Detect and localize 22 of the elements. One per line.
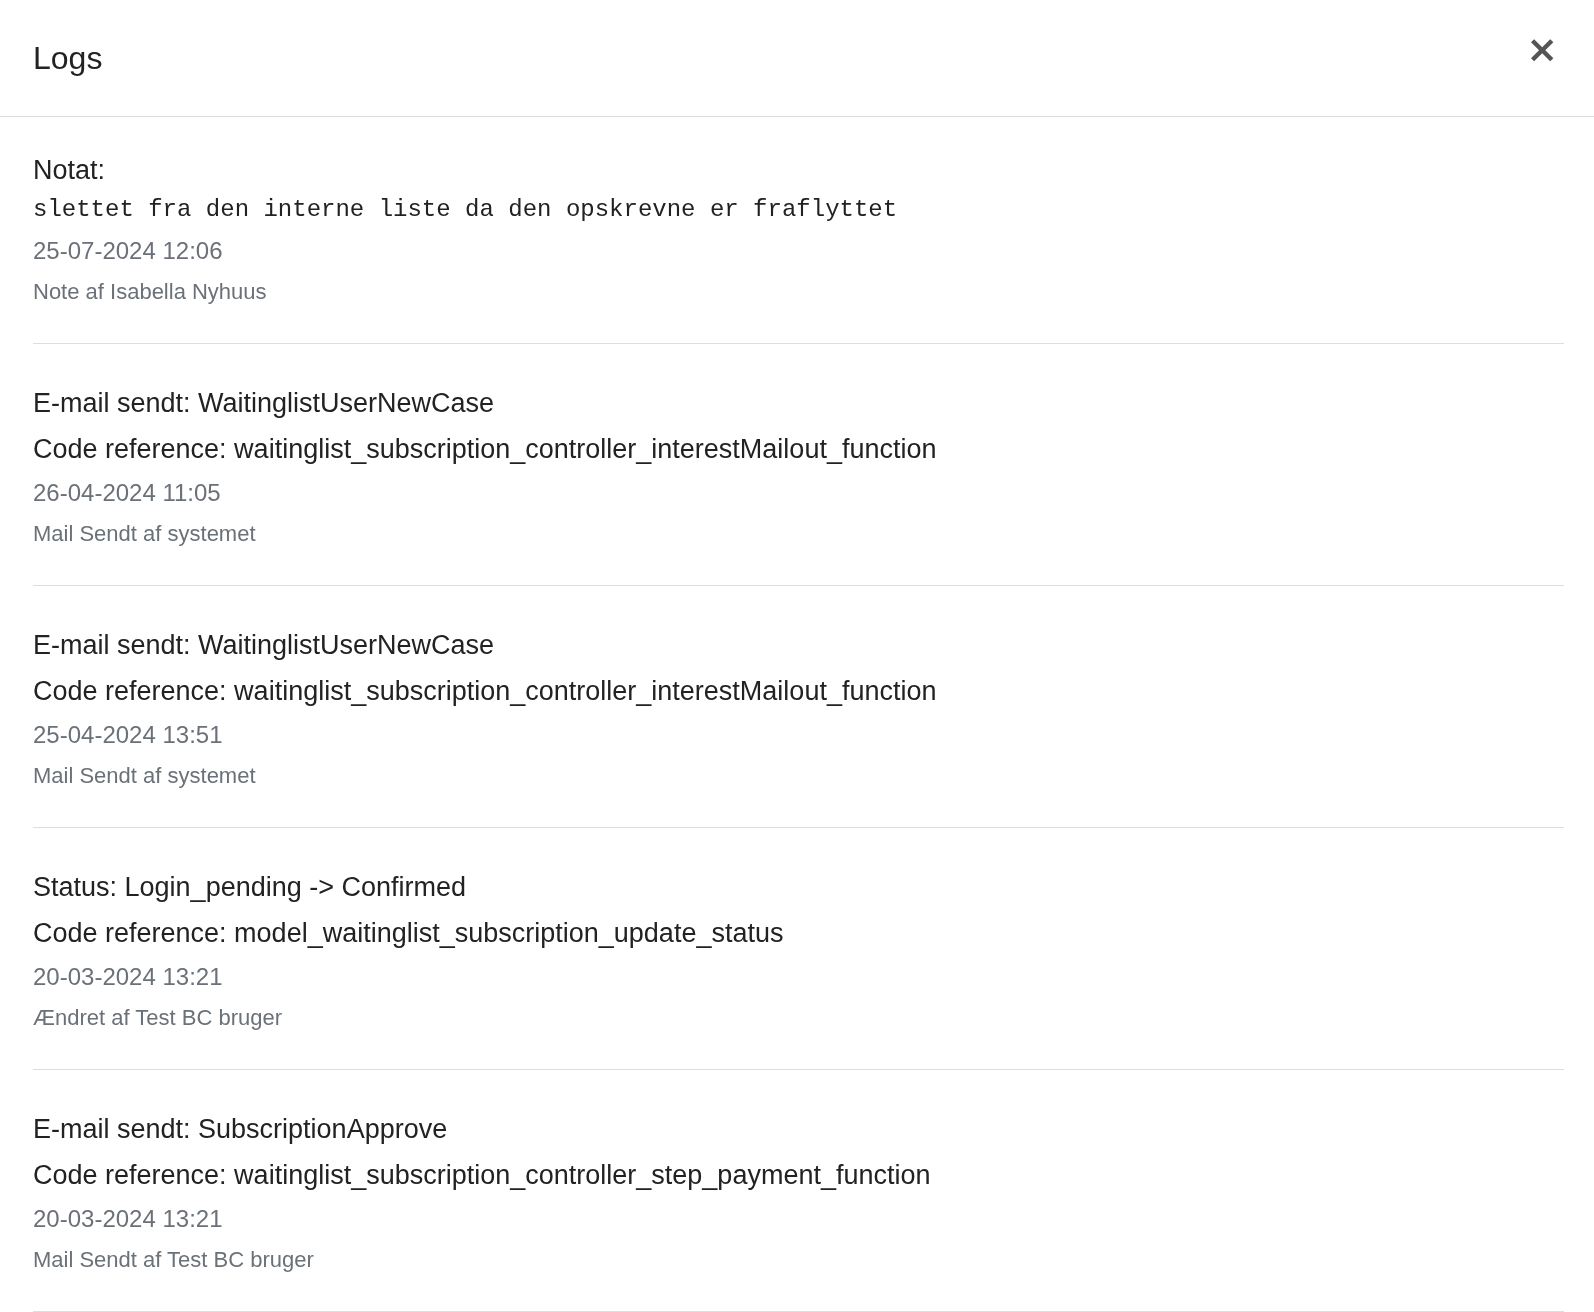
code-reference: Code reference: waitinglist_subscription_controller_step_payment_function: [33, 1159, 931, 1192]
code-reference: Code reference: model_waitinglist_subscription_update_status: [33, 917, 784, 950]
log-date: 25-04-2024 13:51: [33, 720, 223, 750]
log-date: 20-03-2024 13:21: [33, 962, 223, 992]
log-heading: E-mail sendt: SubscriptionApprove: [33, 1113, 448, 1146]
code-reference: Code reference: waitinglist_subscription_controller_interestMailout_function: [33, 433, 937, 466]
log-date: 25-07-2024 12:06: [33, 236, 223, 266]
log-heading: Notat:: [33, 154, 106, 187]
log-date: 20-03-2024 13:21: [33, 1204, 223, 1234]
log-author: Mail Sendt af systemet: [33, 520, 256, 548]
code-reference: Code reference: waitinglist_subscription_controller_interestMailout_function: [33, 675, 937, 708]
log-author: Note af Isabella Nyhuus: [33, 278, 267, 306]
log-author: Mail Sendt af Test BC bruger: [33, 1246, 314, 1274]
log-author: Mail Sendt af systemet: [33, 762, 256, 790]
log-date: 26-04-2024 11:05: [33, 478, 221, 508]
log-heading: E-mail sendt: WaitinglistUserNewCase: [33, 387, 495, 420]
dialog-title: Logs: [33, 39, 103, 77]
close-button[interactable]: ×: [1520, 27, 1564, 71]
log-heading: Status: Login_pending -> Confirmed: [33, 871, 467, 904]
note-text: slettet fra den interne liste da den opskrevne er fraflyttet: [33, 195, 898, 225]
log-author: Ændret af Test BC bruger: [33, 1004, 283, 1032]
log-heading: E-mail sendt: WaitinglistUserNewCase: [33, 629, 495, 662]
